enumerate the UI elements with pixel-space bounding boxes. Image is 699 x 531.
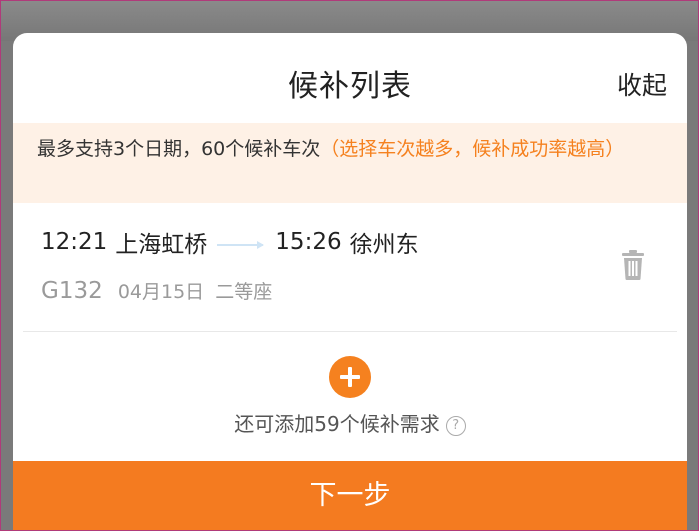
plus-icon[interactable] xyxy=(329,356,371,398)
notice-text: 最多支持3个日期，60个候补车次 xyxy=(37,138,321,160)
travel-date: 04月15日 xyxy=(117,281,205,303)
add-request-area: 还可添加59个候补需求? xyxy=(13,332,687,460)
train-number: G132 xyxy=(41,278,103,304)
arrow-icon xyxy=(217,241,265,249)
remaining-text: 还可添加59个候补需求 xyxy=(234,412,440,436)
question-icon[interactable]: ? xyxy=(445,416,466,436)
notice-banner: 最多支持3个日期，60个候补车次（选择车次越多，候补成功率越高） xyxy=(13,123,687,203)
depart-station: 上海虹桥 xyxy=(115,232,208,258)
notice-highlight: （选择车次越多，候补成功率越高） xyxy=(320,138,625,160)
remaining-count: 还可添加59个候补需求? xyxy=(13,408,687,437)
page-title: 候补列表 xyxy=(288,69,412,104)
list-item: 12:21 上海虹桥 15:26 徐州东 G132 04月15日 二等座 xyxy=(23,203,677,332)
seat-class: 二等座 xyxy=(215,281,273,303)
arrive-time: 15:26 xyxy=(275,229,342,255)
route-row: 12:21 上海虹桥 15:26 徐州东 xyxy=(41,225,419,259)
train-details: G132 04月15日 二等座 xyxy=(41,277,272,304)
trash-icon[interactable] xyxy=(621,249,645,281)
sheet-header: 候补列表 收起 xyxy=(13,33,687,123)
next-button[interactable]: 下一步 xyxy=(13,461,687,530)
arrive-station: 徐州东 xyxy=(349,232,419,258)
screen-frame: 候补列表 收起 最多支持3个日期，60个候补车次（选择车次越多，候补成功率越高）… xyxy=(0,0,699,531)
waitlist-sheet: 候补列表 收起 最多支持3个日期，60个候补车次（选择车次越多，候补成功率越高）… xyxy=(13,33,687,530)
collapse-button[interactable]: 收起 xyxy=(617,66,667,102)
depart-time: 12:21 xyxy=(41,229,108,255)
